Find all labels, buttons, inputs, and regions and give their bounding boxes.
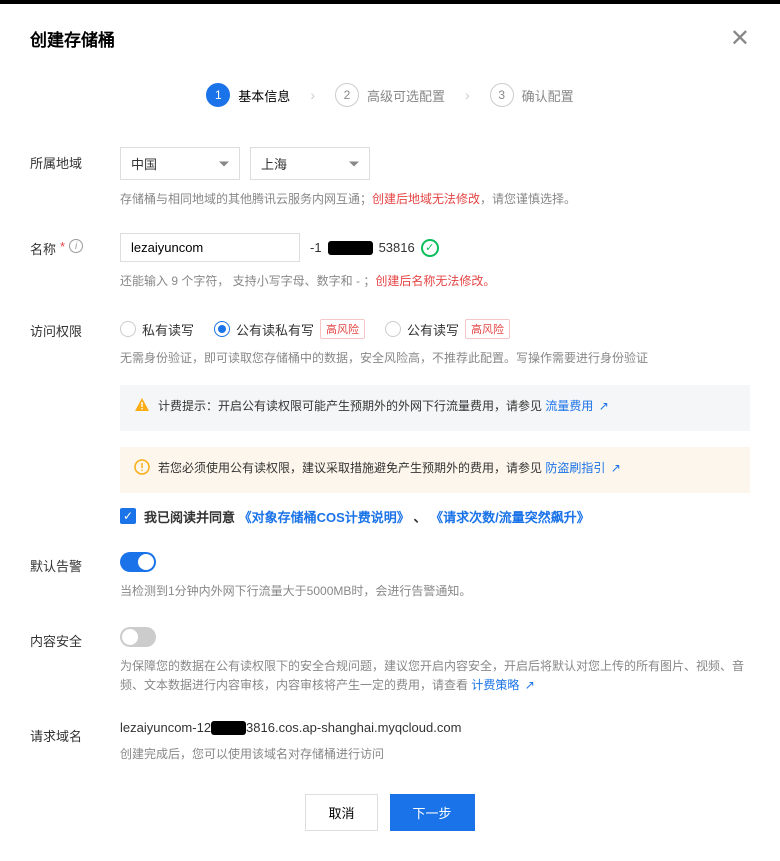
step-wizard: 1 基本信息 › 2 高级可选配置 › 3 确认配置 xyxy=(30,83,750,107)
bucket-name-suffix: -153816 ✓ xyxy=(310,239,439,257)
access-label: 访问权限 xyxy=(30,315,120,526)
external-link-icon: ↗ xyxy=(525,676,535,695)
redacted-text xyxy=(328,241,373,255)
warning-triangle-icon xyxy=(134,397,150,419)
alarm-label: 默认告警 xyxy=(30,550,120,601)
domain-hint: 创建完成后，您可以使用该域名对存储桶进行访问 xyxy=(120,745,750,764)
name-hint: 还能输入 9 个字符， 支持小写字母、数字和 - ；创建后名称无法修改。 xyxy=(120,272,750,291)
region-hint: 存储桶与相同地域的其他腾讯云服务内网互通；创建后地域无法修改，请您谨慎选择。 xyxy=(120,190,750,209)
name-row: 名称 * i -153816 ✓ 还能输入 9 个字符， 支持小写字母、数字和 … xyxy=(30,233,750,291)
step-number: 1 xyxy=(206,83,230,107)
step-advanced[interactable]: 2 高级可选配置 xyxy=(335,83,445,107)
alarm-toggle[interactable] xyxy=(120,552,156,572)
next-button[interactable]: 下一步 xyxy=(390,794,475,831)
risk-badge: 高风险 xyxy=(465,319,510,339)
bucket-name-input[interactable] xyxy=(120,233,300,262)
agreement-checkbox[interactable]: ✓ xyxy=(120,508,136,524)
antisteal-link[interactable]: 防盗刷指引 ↗ xyxy=(545,461,620,475)
modal-footer: 取消 下一步 xyxy=(30,794,750,831)
step-label: 确认配置 xyxy=(522,86,574,105)
domain-label: 请求域名 xyxy=(30,720,120,765)
content-security-hint: 为保障您的数据在公有读权限下的安全合规问题，建议您开启内容安全，开启后将默认对您… xyxy=(120,657,750,695)
risk-badge: 高风险 xyxy=(320,319,365,339)
radio-public-read[interactable]: 公有读私有写 高风险 xyxy=(214,319,365,339)
radio-icon xyxy=(385,321,401,337)
chevron-right-icon: › xyxy=(465,87,470,103)
step-label: 基本信息 xyxy=(238,86,290,105)
domain-value: lezaiyuncom-123816.cos.ap-shanghai.myqcl… xyxy=(120,720,750,736)
billing-notice: 计费提示：开启公有读权限可能产生预期外的外网下行流量费用，请参见 流量费用 ↗ xyxy=(120,385,750,431)
warning-circle-icon xyxy=(134,459,150,481)
radio-icon xyxy=(120,321,136,337)
radio-private[interactable]: 私有读写 xyxy=(120,320,194,339)
close-button[interactable]: ✕ xyxy=(730,24,750,53)
billing-doc-link[interactable]: 《对象存储桶COS计费说明》 xyxy=(239,510,410,525)
step-number: 2 xyxy=(335,83,359,107)
external-link-icon: ↗ xyxy=(599,397,609,416)
access-radio-group: 私有读写 公有读私有写 高风险 公有读写 高风险 xyxy=(120,319,750,339)
content-security-label: 内容安全 xyxy=(30,625,120,695)
modal-title: 创建存储桶 xyxy=(30,26,115,51)
cancel-button[interactable]: 取消 xyxy=(305,794,377,831)
access-row: 访问权限 私有读写 公有读私有写 高风险 公有读写 高风险 无需身份验证，即 xyxy=(30,315,750,526)
content-security-row: 内容安全 为保障您的数据在公有读权限下的安全合规问题，建议您开启内容安全，开启后… xyxy=(30,625,750,695)
agreement-row: ✓ 我已阅读并同意 《对象存储桶COS计费说明》 、 《请求次数/流量突然飙升》 xyxy=(120,507,750,526)
content-security-toggle[interactable] xyxy=(120,627,156,647)
pricing-policy-link[interactable]: 计费策略 ↗ xyxy=(471,678,534,692)
radio-icon xyxy=(214,321,230,337)
alarm-hint: 当检测到1分钟内外网下行流量大于5000MB时，会进行告警通知。 xyxy=(120,582,750,601)
domain-row: 请求域名 lezaiyuncom-123816.cos.ap-shanghai.… xyxy=(30,720,750,765)
external-link-icon: ↗ xyxy=(611,459,621,478)
info-icon[interactable]: i xyxy=(69,239,83,253)
step-basic[interactable]: 1 基本信息 xyxy=(206,83,290,107)
name-label: 名称 * i xyxy=(30,233,120,291)
access-hint: 无需身份验证，即可读取您存储桶中的数据，安全风险高，不推荐此配置。写操作需要进行… xyxy=(120,349,750,368)
region-label: 所属地域 xyxy=(30,147,120,209)
traffic-fee-link[interactable]: 流量费用 ↗ xyxy=(545,399,608,413)
step-confirm[interactable]: 3 确认配置 xyxy=(490,83,574,107)
required-indicator: * xyxy=(60,239,65,254)
check-icon: ✓ xyxy=(421,239,439,257)
region-row: 所属地域 中国 上海 存储桶与相同地域的其他腾讯云服务内网互通；创建后地域无法修… xyxy=(30,147,750,209)
chevron-right-icon: › xyxy=(310,87,315,103)
alarm-row: 默认告警 当检测到1分钟内外网下行流量大于5000MB时，会进行告警通知。 xyxy=(30,550,750,601)
country-select[interactable]: 中国 xyxy=(120,147,240,180)
antisteal-notice: 若您必须使用公有读权限，建议采取措施避免产生预期外的费用，请参见 防盗刷指引 ↗ xyxy=(120,447,750,493)
redacted-text xyxy=(211,721,246,735)
city-select[interactable]: 上海 xyxy=(250,147,370,180)
create-bucket-modal: 创建存储桶 ✕ 1 基本信息 › 2 高级可选配置 › 3 确认配置 所属地域 … xyxy=(0,0,780,861)
modal-header: 创建存储桶 ✕ xyxy=(30,24,750,53)
traffic-surge-link[interactable]: 《请求次数/流量突然飙升》 xyxy=(430,510,590,525)
step-label: 高级可选配置 xyxy=(367,86,445,105)
radio-public-rw[interactable]: 公有读写 高风险 xyxy=(385,319,510,339)
step-number: 3 xyxy=(490,83,514,107)
